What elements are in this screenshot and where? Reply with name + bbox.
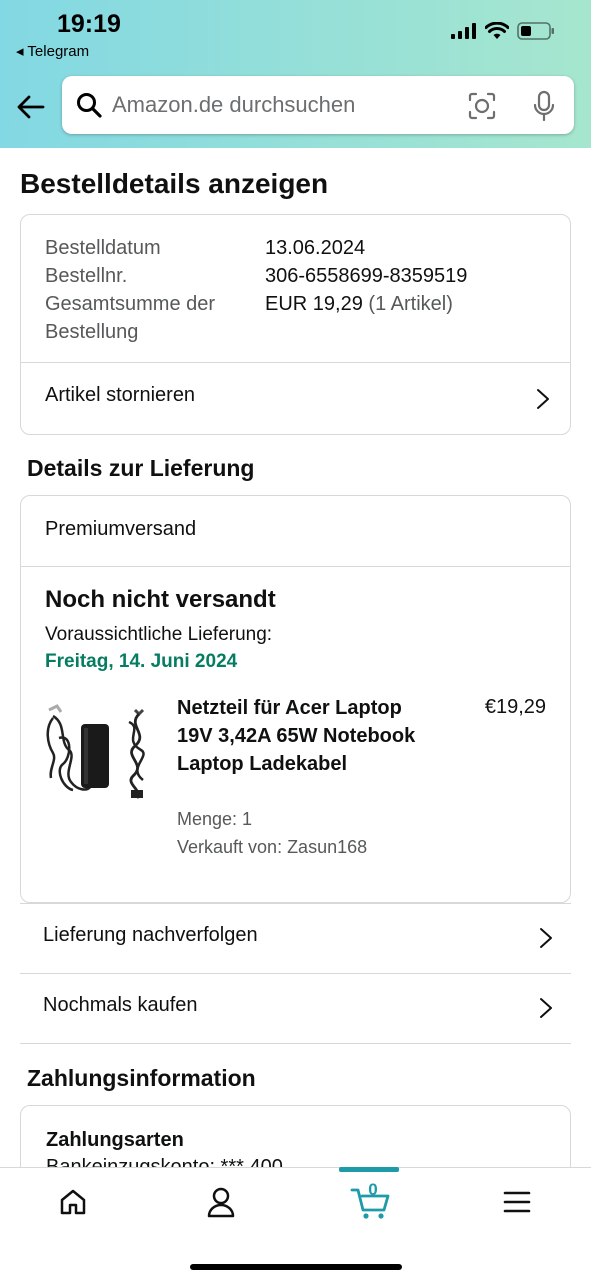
battery-icon	[517, 22, 554, 40]
search-icon	[77, 93, 102, 118]
tab-cart[interactable]: 0	[339, 1167, 399, 1222]
product-quantity: Menge: 1	[177, 809, 253, 829]
order-total-items: (1 Artikel)	[368, 293, 453, 315]
order-total-value: EUR 19,29 (1 Artikel)	[265, 290, 453, 318]
delivery-section-title: Details zur Lieferung	[27, 455, 255, 481]
search-bar[interactable]	[62, 76, 574, 134]
delivery-card: Premiumversand Noch nicht versandt Vorau…	[20, 495, 571, 903]
chevron-right-icon	[540, 998, 552, 1018]
track-delivery-row[interactable]: Lieferung nachverfolgen	[20, 903, 571, 973]
tab-account[interactable]	[201, 1182, 241, 1222]
order-total-label-line2: Bestellung	[45, 321, 139, 343]
divider	[20, 1043, 571, 1044]
product-name-link[interactable]: Netzteil für Acer Laptop 19V 3,42A 65W N…	[177, 694, 437, 778]
payment-methods-title: Zahlungsarten	[46, 1129, 184, 1151]
order-total-label: Gesamtsumme der Bestellung	[45, 290, 215, 346]
wifi-icon	[485, 22, 509, 39]
page-title: Bestelldetails anzeigen	[20, 168, 329, 199]
home-icon	[60, 1189, 86, 1215]
order-number-label: Bestellnr.	[45, 265, 128, 287]
menu-icon	[503, 1191, 531, 1213]
expected-delivery-label: Voraussichtliche Lieferung:	[45, 624, 273, 645]
track-delivery-label: Lieferung nachverfolgen	[43, 924, 258, 946]
active-tab-indicator	[339, 1167, 399, 1172]
camera-search-icon[interactable]	[468, 92, 496, 120]
order-summary-card: Bestelldatum 13.06.2024 Bestellnr. 306-6…	[20, 214, 571, 435]
expected-delivery-date: Freitag, 14. Juni 2024	[45, 651, 238, 672]
product-image-power-adapter[interactable]	[43, 698, 155, 808]
divider	[21, 566, 570, 567]
app-header: 19:19 ◂ Telegram	[0, 0, 591, 148]
cancel-items-row[interactable]: Artikel stornieren	[21, 363, 570, 435]
home-indicator	[190, 1264, 402, 1270]
bottom-tab-bar: 0	[0, 1167, 591, 1280]
cart-count-badge: 0	[368, 1180, 378, 1199]
order-date-value: 13.06.2024	[265, 237, 366, 259]
status-time: 19:19	[57, 10, 121, 38]
tab-home[interactable]	[53, 1182, 93, 1222]
order-total-amount: EUR 19,29	[265, 293, 363, 315]
chevron-right-icon	[540, 928, 552, 948]
microphone-icon[interactable]	[532, 90, 556, 122]
status-icons	[451, 22, 555, 40]
buy-again-label: Nochmals kaufen	[43, 994, 198, 1016]
order-date-label: Bestelldatum	[45, 237, 161, 259]
shipment-status: Noch nicht versandt	[45, 586, 276, 613]
user-icon	[207, 1187, 235, 1218]
search-input[interactable]	[112, 76, 462, 134]
back-arrow-icon[interactable]	[16, 92, 46, 122]
product-seller: Verkauft von: Zasun168	[177, 837, 368, 857]
cellular-signal-icon	[451, 23, 476, 39]
product-price: €19,29	[484, 696, 546, 718]
chevron-right-icon	[537, 389, 549, 409]
cancel-items-label: Artikel stornieren	[45, 384, 196, 406]
buy-again-row[interactable]: Nochmals kaufen	[20, 973, 571, 1043]
shipping-method: Premiumversand	[45, 518, 197, 540]
order-total-label-line1: Gesamtsumme der	[45, 293, 216, 315]
back-to-telegram-link[interactable]: ◂ Telegram	[16, 42, 89, 60]
tab-menu[interactable]	[497, 1182, 537, 1222]
payment-section-title: Zahlungsinformation	[27, 1065, 256, 1091]
order-number-value: 306-6558699-8359519	[265, 265, 468, 287]
